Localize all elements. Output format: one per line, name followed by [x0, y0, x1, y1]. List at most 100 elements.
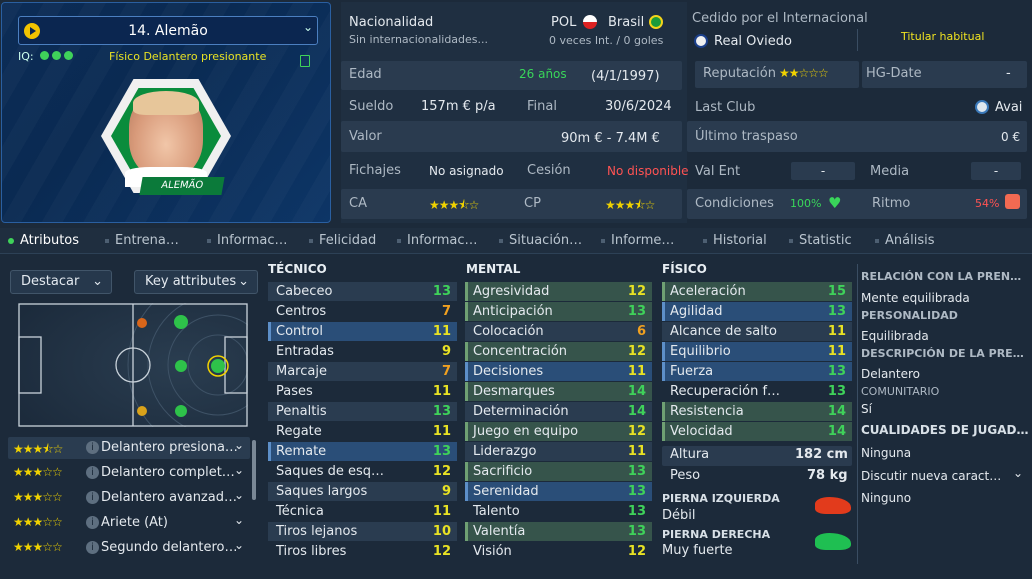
- chevron-down-icon[interactable]: ⌄: [234, 488, 244, 502]
- attribute-row[interactable]: Fuerza 13: [662, 362, 852, 381]
- attribute-name: Fuerza: [670, 364, 714, 379]
- role-item[interactable]: ★★★☆☆ i Delantero avanzad… ⌄: [8, 487, 250, 509]
- attribute-row[interactable]: Recuperación f… 13: [662, 382, 852, 401]
- attribute-name: Marcaje: [276, 364, 327, 379]
- position-dot: [175, 360, 187, 372]
- attribute-row[interactable]: Determinación 14: [465, 402, 652, 421]
- attribute-row[interactable]: Penaltis 13: [268, 402, 457, 421]
- attribute-row[interactable]: Cabeceo 13: [268, 282, 457, 301]
- attribute-row[interactable]: Agresividad 12: [465, 282, 652, 301]
- attribute-row[interactable]: Sacrificio 13: [465, 462, 652, 481]
- tab-report[interactable]: Informe…: [601, 233, 674, 248]
- role-stars: ★★★☆☆: [13, 515, 63, 529]
- attribute-value: 12: [627, 344, 646, 359]
- physical-header: FÍSICO: [662, 262, 707, 276]
- attribute-value: 14: [627, 404, 646, 419]
- attribute-name: Concentración: [473, 344, 568, 359]
- chevron-down-icon[interactable]: ⌄: [234, 513, 244, 527]
- attribute-row[interactable]: Visión 12: [465, 542, 652, 561]
- player-card: 14. Alemão ⌄ IQ: Físico Delantero presio…: [1, 2, 331, 223]
- attribute-row[interactable]: Agilidad 13: [662, 302, 852, 321]
- attribute-row[interactable]: Alcance de salto 11: [662, 322, 852, 341]
- role-name: Delantero presiona…: [101, 440, 238, 455]
- attribute-row[interactable]: Juego en equipo 12: [465, 422, 652, 441]
- attribute-row[interactable]: Técnica 11: [268, 502, 457, 521]
- attribute-row[interactable]: Valentía 13: [465, 522, 652, 541]
- left-foot-label: PIERNA IZQUIERDA: [662, 492, 780, 505]
- attribute-row[interactable]: Remate 13: [268, 442, 457, 461]
- tab-statistics[interactable]: Statistic: [789, 233, 852, 248]
- attribute-value: 13: [627, 504, 646, 519]
- media-description-label: DESCRIPCIÓN DE LA PRE…: [861, 347, 1024, 360]
- attribute-row[interactable]: Tiros libres 12: [268, 542, 457, 561]
- height-value: 182 cm: [795, 447, 848, 462]
- fitness-warning-icon: [1005, 194, 1020, 209]
- attribute-row[interactable]: Saques largos 9: [268, 482, 457, 501]
- role-item[interactable]: ★★★☆☆ i Ariete (At) ⌄: [8, 512, 250, 534]
- tab-history[interactable]: Historial: [703, 233, 767, 248]
- key-attributes-dropdown[interactable]: Key attributes ⌄: [134, 270, 258, 294]
- info-icon[interactable]: i: [86, 541, 99, 554]
- attribute-row[interactable]: Marcaje 7: [268, 362, 457, 381]
- attribute-name: Tiros libres: [276, 544, 347, 559]
- attribute-row[interactable]: Liderazgo 11: [465, 442, 652, 461]
- attribute-row[interactable]: Control 11: [268, 322, 457, 341]
- last-club-value[interactable]: Avai: [995, 100, 1022, 115]
- discuss-trait-dropdown[interactable]: Discutir nueva caract…: [861, 469, 1001, 483]
- role-item[interactable]: ★★★☆☆ i Segundo delantero… ⌄: [8, 537, 250, 559]
- tab-attributes[interactable]: Atributos: [8, 233, 79, 248]
- attribute-row[interactable]: Equilibrio 11: [662, 342, 852, 361]
- info-icon[interactable]: i: [86, 466, 99, 479]
- personality-value: Equilibrada: [861, 329, 929, 343]
- role-item[interactable]: ★★★☆☆ i Delantero complet… ⌄: [8, 462, 250, 484]
- tab-happiness[interactable]: Felicidad: [309, 233, 376, 248]
- chevron-down-icon[interactable]: ⌄: [234, 438, 244, 452]
- poland-flag-icon: [583, 15, 597, 29]
- attribute-row[interactable]: Resistencia 14: [662, 402, 852, 421]
- attribute-row[interactable]: Pases 11: [268, 382, 457, 401]
- scrollbar[interactable]: [252, 440, 256, 500]
- loan-club[interactable]: Real Oviedo: [714, 34, 792, 49]
- attribute-row[interactable]: Colocación 6: [465, 322, 652, 341]
- attribute-row[interactable]: Serenidad 13: [465, 482, 652, 501]
- role-item[interactable]: ★★★⯪☆ i Delantero presiona… ⌄: [8, 437, 250, 459]
- tab-analysis[interactable]: Análisis: [875, 233, 934, 248]
- chevron-down-icon[interactable]: ⌄: [234, 538, 244, 552]
- info-icon[interactable]: i: [86, 441, 99, 454]
- info-icon[interactable]: i: [86, 516, 99, 529]
- attribute-row[interactable]: Desmarques 14: [465, 382, 652, 401]
- attribute-row[interactable]: Centros 7: [268, 302, 457, 321]
- attribute-value: 9: [441, 344, 451, 359]
- attribute-value: 12: [432, 544, 451, 559]
- attribute-row[interactable]: Saques de esq… 12: [268, 462, 457, 481]
- tab-info[interactable]: Informac…: [397, 233, 478, 248]
- attribute-row[interactable]: Anticipación 13: [465, 302, 652, 321]
- attribute-name: Saques de esq…: [276, 464, 385, 479]
- intl-note: Sin internacionalidades...: [349, 33, 489, 46]
- attribute-row[interactable]: Entradas 9: [268, 342, 457, 361]
- attribute-row[interactable]: Aceleración 15: [662, 282, 852, 301]
- attribute-row[interactable]: Talento 13: [465, 502, 652, 521]
- attribute-row[interactable]: Tiros lejanos 10: [268, 522, 457, 541]
- nationality-country: Brasil: [608, 15, 645, 30]
- role-stars: ★★★⯪☆: [13, 442, 63, 456]
- player-name: 14. Alemão: [128, 23, 208, 39]
- clipboard-icon[interactable]: [300, 55, 310, 67]
- chevron-down-icon[interactable]: ⌄: [303, 20, 313, 34]
- tab-situation[interactable]: Situación…: [499, 233, 582, 248]
- player-portrait: ALEMÃO: [99, 79, 233, 199]
- attribute-value: 13: [432, 444, 451, 459]
- tab-training[interactable]: Entrena…: [105, 233, 179, 248]
- chevron-down-icon[interactable]: ⌄: [1013, 466, 1023, 480]
- attribute-row[interactable]: Decisiones 11: [465, 362, 652, 381]
- role-stars: ★★★☆☆: [13, 490, 63, 504]
- attribute-row[interactable]: Regate 11: [268, 422, 457, 441]
- value-amount: 90m € - 7.4M €: [561, 131, 660, 146]
- attribute-row[interactable]: Velocidad 14: [662, 422, 852, 441]
- tab-reports[interactable]: Informac…: [207, 233, 288, 248]
- player-name-bar[interactable]: 14. Alemão ⌄: [18, 16, 318, 45]
- highlight-dropdown[interactable]: Destacar ⌄: [10, 270, 112, 294]
- attribute-row[interactable]: Concentración 12: [465, 342, 652, 361]
- info-icon[interactable]: i: [86, 491, 99, 504]
- chevron-down-icon[interactable]: ⌄: [234, 463, 244, 477]
